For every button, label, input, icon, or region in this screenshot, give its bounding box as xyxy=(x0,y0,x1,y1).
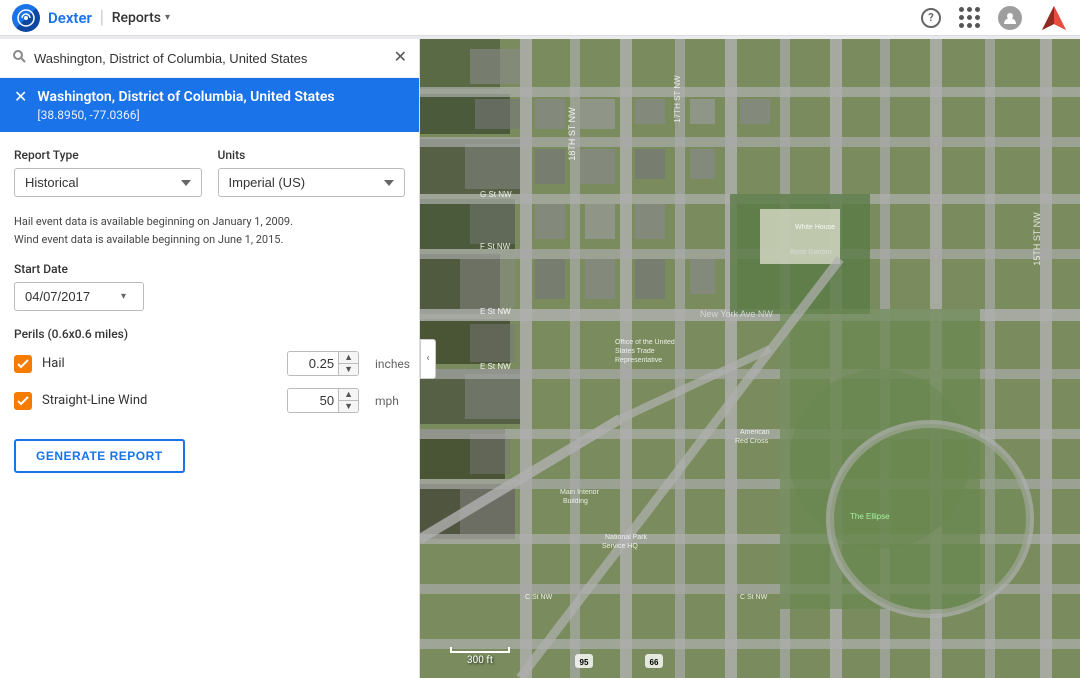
top-navigation: Dexter | Reports ▾ ? xyxy=(0,0,1080,36)
left-panel: ✕ ✕ Washington, District of Columbia, Un… xyxy=(0,39,420,678)
location-search-input[interactable] xyxy=(34,51,386,66)
svg-text:Main Interior: Main Interior xyxy=(560,489,600,496)
wind-decrement-button[interactable]: ▼ xyxy=(339,401,358,412)
hail-peril-name: Hail xyxy=(42,356,277,371)
wind-value-input[interactable] xyxy=(288,389,338,412)
nav-title-text: Reports xyxy=(112,10,161,26)
perils-section: Perils (0.6x0.6 miles) Hail ▲ ▼ inche xyxy=(14,327,405,413)
svg-text:18TH ST NW: 18TH ST NW xyxy=(567,107,577,161)
svg-text:New York Ave NW: New York Ave NW xyxy=(700,309,773,319)
report-type-group: Report Type Historical Forecast xyxy=(14,148,202,197)
svg-text:Service HQ: Service HQ xyxy=(602,543,638,550)
nav-title-dropdown[interactable]: Reports ▾ xyxy=(112,10,170,26)
map-background[interactable]: 18TH ST NW 17TH ST NW 15TH ST NW G St NW… xyxy=(420,39,1080,678)
location-coords: [38.8950, -77.0366] xyxy=(37,108,405,122)
nav-title-chevron: ▾ xyxy=(165,12,170,23)
wind-value-control: ▲ ▼ xyxy=(287,388,359,413)
brand-triangle-logo[interactable] xyxy=(1040,4,1068,32)
svg-text:Office of the United: Office of the United xyxy=(615,339,675,346)
form-area: Report Type Historical Forecast Units Im… xyxy=(0,132,419,489)
svg-text:Representative: Representative xyxy=(615,357,662,364)
scale-label: 300 ft xyxy=(467,655,493,666)
help-icon[interactable]: ? xyxy=(921,8,941,28)
brand-name: Dexter xyxy=(48,9,92,27)
svg-text:17TH ST NW: 17TH ST NW xyxy=(673,75,682,123)
hail-decrement-button[interactable]: ▼ xyxy=(339,364,358,375)
svg-text:15TH ST NW: 15TH ST NW xyxy=(1032,212,1042,266)
nav-left: Dexter | Reports ▾ xyxy=(12,4,170,32)
svg-text:National Park: National Park xyxy=(605,534,648,541)
start-date-group: Start Date ▾ xyxy=(14,262,405,311)
hail-increment-button[interactable]: ▲ xyxy=(339,352,358,364)
search-clear-button[interactable]: ✕ xyxy=(394,50,407,66)
date-dropdown-icon: ▾ xyxy=(121,291,126,302)
report-type-select[interactable]: Historical Forecast xyxy=(14,168,202,197)
wind-peril-row: Straight-Line Wind ▲ ▼ mph xyxy=(14,388,405,413)
account-avatar-icon[interactable] xyxy=(998,6,1022,30)
svg-text:C St NW: C St NW xyxy=(525,594,553,601)
location-close-button[interactable]: ✕ xyxy=(14,90,27,106)
units-label: Units xyxy=(218,148,406,162)
report-type-units-row: Report Type Historical Forecast Units Im… xyxy=(14,148,405,197)
generate-report-button[interactable]: GENERATE REPORT xyxy=(14,439,185,473)
wind-increment-button[interactable]: ▲ xyxy=(339,389,358,401)
wind-unit: mph xyxy=(375,394,405,408)
hail-unit: inches xyxy=(375,357,405,371)
map-svg: 18TH ST NW 17TH ST NW 15TH ST NW G St NW… xyxy=(420,39,1080,678)
location-header: ✕ Washington, District of Columbia, Unit… xyxy=(0,78,419,132)
svg-text:American: American xyxy=(740,429,770,436)
hail-checkbox[interactable] xyxy=(14,355,32,373)
search-bar: ✕ xyxy=(0,39,419,78)
nav-right: ? xyxy=(921,4,1068,32)
svg-text:White House: White House xyxy=(795,224,835,231)
wind-checkbox[interactable] xyxy=(14,392,32,410)
perils-label: Perils (0.6x0.6 miles) xyxy=(14,327,405,341)
report-type-label: Report Type xyxy=(14,148,202,162)
search-icon xyxy=(12,49,26,67)
map-scale: 300 ft xyxy=(450,647,510,666)
svg-text:G St NW: G St NW xyxy=(480,190,512,199)
start-date-input[interactable] xyxy=(25,289,115,304)
svg-text:Building: Building xyxy=(563,498,588,505)
svg-text:E St NW: E St NW xyxy=(480,307,511,316)
panel-collapse-button[interactable]: ‹ xyxy=(420,339,436,379)
units-group: Units Imperial (US) Metric xyxy=(218,148,406,197)
apps-grid-icon[interactable] xyxy=(959,7,980,28)
svg-text:E St NW: E St NW xyxy=(480,362,511,371)
hail-value-input[interactable] xyxy=(288,352,338,375)
units-select[interactable]: Imperial (US) Metric xyxy=(218,168,406,197)
main-container: ✕ ✕ Washington, District of Columbia, Un… xyxy=(0,39,1080,678)
svg-text:Rose Garden: Rose Garden xyxy=(790,249,832,256)
svg-text:66: 66 xyxy=(650,658,659,667)
svg-text:95: 95 xyxy=(580,658,589,667)
start-date-label: Start Date xyxy=(14,262,405,276)
svg-text:C St NW: C St NW xyxy=(740,594,768,601)
hail-value-control: ▲ ▼ xyxy=(287,351,359,376)
date-input-wrapper[interactable]: ▾ xyxy=(14,282,144,311)
scale-bar xyxy=(450,647,510,653)
wind-spinner: ▲ ▼ xyxy=(338,389,358,412)
app-logo xyxy=(12,4,40,32)
svg-text:States Trade: States Trade xyxy=(615,348,655,355)
map-area: ‹ xyxy=(420,39,1080,678)
location-info: Washington, District of Columbia, United… xyxy=(37,88,405,122)
hail-spinner: ▲ ▼ xyxy=(338,352,358,375)
svg-text:Red Cross: Red Cross xyxy=(735,438,769,445)
nav-separator: | xyxy=(100,7,104,28)
wind-peril-name: Straight-Line Wind xyxy=(42,393,277,408)
hail-info-text: Hail event data is available beginning o… xyxy=(14,213,405,248)
hail-peril-row: Hail ▲ ▼ inches xyxy=(14,351,405,376)
svg-text:The Ellipse: The Ellipse xyxy=(850,512,890,521)
svg-text:F St NW: F St NW xyxy=(480,242,511,251)
location-name: Washington, District of Columbia, United… xyxy=(37,88,405,106)
